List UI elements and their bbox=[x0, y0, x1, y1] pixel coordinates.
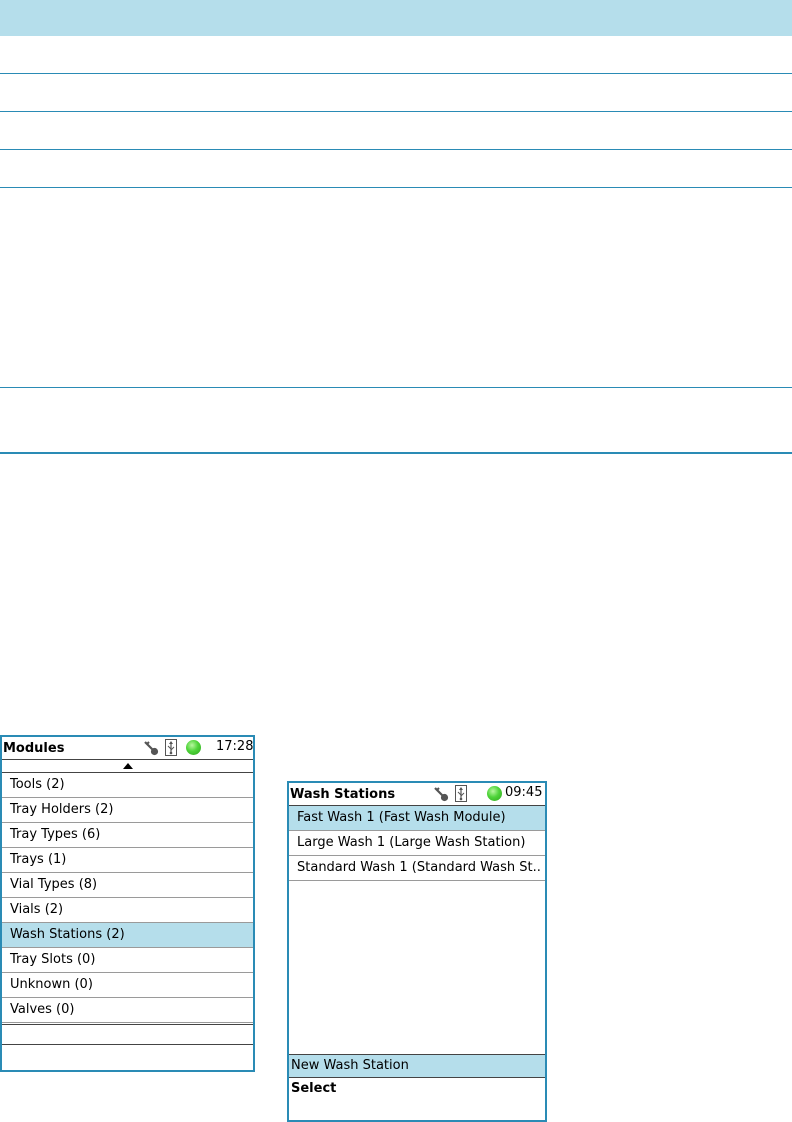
table-row bbox=[0, 150, 792, 188]
list-item-fast-wash[interactable]: Fast Wash 1 (Fast Wash Module) bbox=[289, 806, 545, 831]
table-header-row bbox=[0, 0, 792, 36]
list-item-standard-wash[interactable]: Standard Wash 1 (Standard Wash St.. bbox=[289, 856, 545, 881]
softkey-left[interactable] bbox=[2, 1024, 253, 1045]
softkey-right[interactable] bbox=[2, 1045, 253, 1067]
wash-title-bar: Wash Stations 09:45 bbox=[289, 783, 545, 806]
empty-table bbox=[0, 0, 792, 454]
scroll-up-button[interactable] bbox=[2, 760, 253, 773]
list-item-tray-types[interactable]: Tray Types (6) bbox=[2, 823, 253, 848]
scroll-up-arrow-icon bbox=[123, 763, 133, 769]
table-row bbox=[0, 74, 792, 112]
list-item-valves[interactable]: Valves (0) bbox=[2, 998, 253, 1023]
status-led-icon bbox=[186, 740, 201, 755]
usb-icon bbox=[165, 739, 177, 756]
wash-title: Wash Stations bbox=[290, 787, 396, 802]
key-icon bbox=[434, 787, 449, 802]
list-item-unknown[interactable]: Unknown (0) bbox=[2, 973, 253, 998]
list-item-tools[interactable]: Tools (2) bbox=[2, 773, 253, 798]
list-item-vials[interactable]: Vials (2) bbox=[2, 898, 253, 923]
list-item-trays[interactable]: Trays (1) bbox=[2, 848, 253, 873]
new-wash-station-softkey[interactable]: New Wash Station bbox=[289, 1055, 545, 1078]
list-item-large-wash[interactable]: Large Wash 1 (Large Wash Station) bbox=[289, 831, 545, 856]
table-row bbox=[0, 388, 792, 454]
table-row bbox=[0, 112, 792, 150]
key-icon bbox=[144, 741, 159, 756]
table-row bbox=[0, 188, 792, 388]
usb-icon bbox=[455, 785, 467, 802]
wash-clock: 09:45 bbox=[505, 785, 543, 800]
wash-stations-screen: Wash Stations 09:45 Fast Wash 1 (Fast Wa… bbox=[287, 781, 547, 1122]
modules-screen: Modules 17:28 Tools (2) Tray Holders (2)… bbox=[0, 735, 255, 1072]
status-led-icon bbox=[487, 786, 502, 801]
list-item-tray-holders[interactable]: Tray Holders (2) bbox=[2, 798, 253, 823]
modules-title: Modules bbox=[3, 741, 65, 756]
table-row bbox=[0, 36, 792, 74]
list-item-tray-slots[interactable]: Tray Slots (0) bbox=[2, 948, 253, 973]
modules-clock: 17:28 bbox=[216, 739, 254, 754]
select-softkey[interactable]: Select bbox=[289, 1078, 545, 1100]
list-item-wash-stations[interactable]: Wash Stations (2) bbox=[2, 923, 253, 948]
modules-title-bar: Modules 17:28 bbox=[2, 737, 253, 760]
wash-station-list: Fast Wash 1 (Fast Wash Module) Large Was… bbox=[289, 806, 545, 1055]
list-item-vial-types[interactable]: Vial Types (8) bbox=[2, 873, 253, 898]
